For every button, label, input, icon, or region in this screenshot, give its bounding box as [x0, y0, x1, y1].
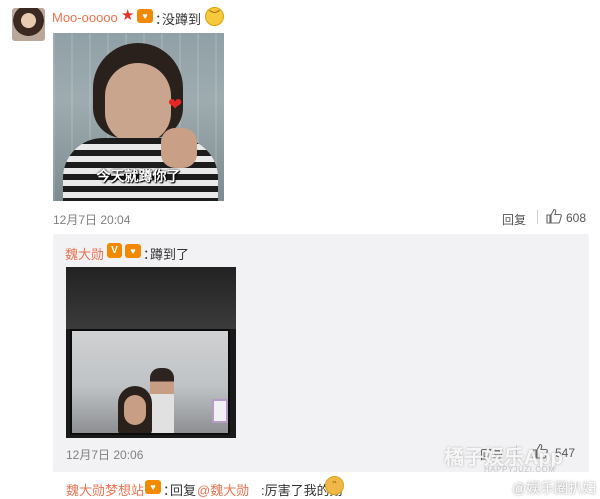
reply-text: 蹲到了 — [150, 247, 190, 262]
vip-badge-icon: ♥ — [125, 244, 141, 258]
star-icon: ★ — [121, 7, 135, 24]
mention-link[interactable]: @魏大勋 — [197, 480, 249, 499]
vip-badge-icon: ♥ — [145, 480, 161, 494]
reply-button[interactable]: 回复 — [502, 211, 526, 228]
comment-username[interactable]: Moo-ooooo — [52, 10, 118, 25]
watermark-account: @娱乐圈扒妇 — [512, 480, 597, 496]
user-avatar[interactable] — [12, 8, 45, 41]
comment-timestamp: 12月7日 20:04 — [53, 213, 131, 227]
bottom-reply-username[interactable]: 魏大勋梦想站 — [66, 480, 144, 499]
comment-photo[interactable]: ❤ 今天就蹲你了 — [53, 33, 224, 201]
action-divider — [537, 210, 538, 224]
heart-icon: ❤ — [168, 95, 183, 114]
doge-emoji-icon: ᵔ — [325, 476, 344, 495]
bottom-reply-prefix: 回复 — [170, 483, 197, 498]
photo-caption: 今天就蹲你了 — [96, 168, 181, 184]
watermark-url: HAPPYJUZI.COM — [484, 465, 556, 474]
reply-username[interactable]: 魏大勋 — [65, 244, 104, 263]
thumbs-up-icon[interactable] — [546, 208, 562, 224]
reply-photo[interactable] — [66, 267, 236, 438]
like-count: 608 — [566, 211, 587, 225]
reply-timestamp: 12月7日 20:06 — [66, 448, 144, 462]
vip-badge-icon: ♥ — [137, 9, 153, 23]
verified-badge-icon: V — [107, 243, 122, 258]
sad-face-emoji-icon: ︶ — [205, 7, 224, 26]
comment-text: 没蹲到 — [162, 12, 202, 27]
